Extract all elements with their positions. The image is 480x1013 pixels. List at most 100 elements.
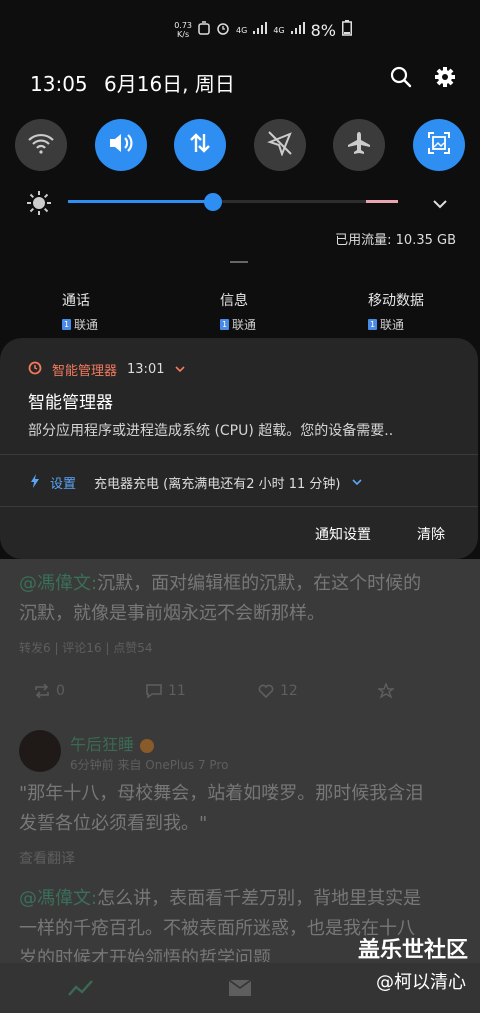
mail-icon[interactable] <box>228 979 252 1001</box>
avatar[interactable] <box>19 730 61 772</box>
notification-time: 13:01 <box>127 362 165 377</box>
sim-badge: 1 <box>62 319 71 330</box>
notification-app-name: 智能管理器 <box>52 364 118 379</box>
post3-line3: 岁的时候才开始领悟的哲学问题 <box>19 948 271 962</box>
watermark-title: 盖乐世社区 <box>357 938 468 963</box>
data-transfer-icon <box>188 131 212 159</box>
post2-line2: 发誓各位必须看到我。" <box>19 813 208 834</box>
signal-icon-2 <box>290 22 305 38</box>
battery-percent: 8% <box>310 20 336 40</box>
user-name[interactable]: 午后狂睡 <box>70 731 155 755</box>
chevron-down-icon[interactable] <box>432 194 448 213</box>
speaker-icon <box>107 131 135 159</box>
divider <box>0 454 478 455</box>
wifi-icon <box>27 132 55 158</box>
location-off-icon <box>266 130 293 160</box>
alarm-icon <box>198 21 210 39</box>
toggle-screenshot[interactable] <box>412 119 465 171</box>
header-actions <box>390 66 456 92</box>
mention: @馮偉文: <box>19 888 98 909</box>
network-type-2: 4G <box>273 25 285 35</box>
notification-card: 智能管理器 13:01 智能管理器 部分应用程序或进程造成系统 (CPU) 超载… <box>0 338 478 559</box>
chevron-down-icon[interactable] <box>351 475 363 490</box>
comment-icon <box>146 684 162 698</box>
clock-time: 13:05 <box>30 72 88 96</box>
sim-data-label: 移动数据 <box>368 293 424 309</box>
sim-calls-label: 通话 <box>62 293 90 309</box>
brightness-high-zone <box>366 200 398 203</box>
screenshot-icon <box>426 130 452 160</box>
notification-header[interactable]: 智能管理器 13:01 <box>28 360 186 379</box>
sim-badge: 1 <box>368 319 377 330</box>
sim-carrier: 联通 <box>74 318 99 332</box>
network-type-1: 4G <box>236 25 248 35</box>
user-name-text: 午后狂睡 <box>70 735 135 754</box>
airplane-icon <box>346 130 372 160</box>
toggle-airplane[interactable] <box>333 119 386 171</box>
post-text-line2: 沉默，就像是事前烟永远不会断那样。 <box>19 603 325 624</box>
repost-icon <box>35 684 49 698</box>
gear-icon[interactable] <box>434 66 456 92</box>
toggle-mobile-data[interactable] <box>174 119 227 171</box>
sim-calls[interactable]: 通话 1 联通 <box>62 290 98 333</box>
clear-button[interactable]: 清除 <box>417 524 445 544</box>
sim-mobile-data[interactable]: 移动数据 1 联通 <box>368 290 424 333</box>
brightness-row <box>24 188 464 218</box>
battery-icon <box>342 20 352 40</box>
toggle-wifi[interactable] <box>15 119 67 171</box>
heart-icon <box>258 684 274 698</box>
comment-count: 11 <box>168 683 186 699</box>
brightness-fill <box>68 200 214 203</box>
verified-badge-icon <box>140 738 155 753</box>
user-meta: 6分钟前 来自 OnePlus 7 Pro <box>70 758 229 772</box>
post-text: @馮偉文:沉默，面对编辑框的沉默，在这个时候的 <box>19 569 421 599</box>
repost-count: 0 <box>56 683 65 699</box>
translate-link[interactable]: 查看翻译 <box>19 848 75 868</box>
star-icon <box>378 683 394 699</box>
notification-title[interactable]: 智能管理器 <box>28 388 113 413</box>
search-icon[interactable] <box>390 66 412 92</box>
comment-button[interactable]: 11 <box>146 683 186 699</box>
post-meta: 转发6 | 评论16 | 点赞54 <box>19 641 153 655</box>
toggle-sound[interactable] <box>94 119 147 171</box>
signal-icon-1 <box>253 22 268 38</box>
time-date: 13:05 6月16日, 周日 <box>30 68 235 97</box>
brightness-slider[interactable] <box>68 193 398 211</box>
post3-line1: @馮偉文:怎么讲，表面看千差万别，背地里其实是 <box>19 884 421 914</box>
like-button[interactable]: 12 <box>258 683 298 699</box>
sim-carrier: 联通 <box>232 318 257 332</box>
watermark-user: @柯以清心 <box>376 972 466 993</box>
notification-body[interactable]: 部分应用程序或进程造成系统 (CPU) 超载。您的设备需要.. <box>28 420 393 440</box>
smart-manager-icon <box>28 361 42 379</box>
mention: @馮偉文: <box>19 573 98 594</box>
lightning-icon <box>30 473 40 492</box>
date-label: 6月16日, 周日 <box>104 72 235 96</box>
trend-icon[interactable] <box>68 979 94 1001</box>
charging-notification[interactable]: 设置 充电器充电 (离充满电还有2 小时 11 分钟) <box>30 473 363 492</box>
post-line: 沉默，面对编辑框的沉默，在这个时候的 <box>97 573 422 594</box>
clock-alarm-icon <box>216 21 230 39</box>
chevron-down-icon[interactable] <box>174 362 186 377</box>
post2-line1: "那年十八，母校舞会，站着如喽罗。那时候我含泪 <box>19 783 424 804</box>
sim-badge: 1 <box>220 319 229 330</box>
drag-handle[interactable] <box>230 261 248 263</box>
notification-settings-button[interactable]: 通知设置 <box>315 524 371 544</box>
post-line: 怎么讲，表面看千差万别，背地里其实是 <box>97 888 422 909</box>
like-count: 12 <box>280 683 298 699</box>
divider <box>0 506 478 507</box>
quick-toggles <box>15 119 465 171</box>
sim-messages-label: 信息 <box>220 293 248 309</box>
status-bar: 0.73 K/s 4G 4G 8% <box>174 18 352 42</box>
settings-app-name: 设置 <box>50 477 77 492</box>
post3-line2: 一样的千疮百孔。不被表面所迷惑，也是我在十八 <box>19 918 415 939</box>
repost-button[interactable]: 0 <box>34 683 65 699</box>
favorite-button[interactable] <box>378 683 394 699</box>
charging-text: 充电器充电 (离充满电还有2 小时 11 分钟) <box>94 477 341 492</box>
sim-messages[interactable]: 信息 1 联通 <box>220 290 256 333</box>
toggle-location[interactable] <box>253 119 306 171</box>
sun-icon <box>26 190 52 220</box>
sim-carrier: 联通 <box>380 318 405 332</box>
net-speed: 0.73 K/s <box>174 21 193 39</box>
data-usage: 已用流量: 10.35 GB <box>335 233 456 248</box>
brightness-knob[interactable] <box>204 193 223 211</box>
